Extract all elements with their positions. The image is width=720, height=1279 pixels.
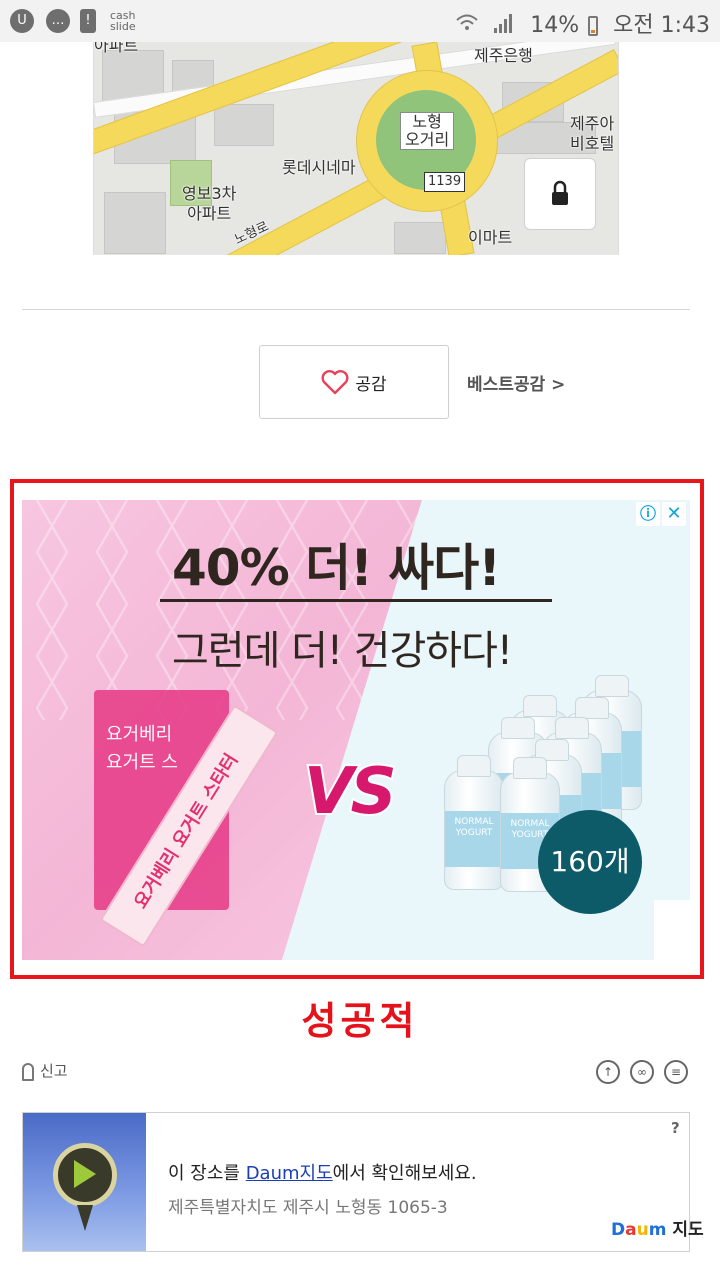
ad-vs-label: VS xyxy=(302,753,399,831)
link-icon[interactable]: ∞ xyxy=(630,1060,654,1084)
share-icon[interactable]: ↑ xyxy=(596,1060,620,1084)
ad-corner-blank xyxy=(654,900,690,960)
like-button[interactable]: 공감 xyxy=(259,345,449,419)
map-label-cinema: 롯데시네마 xyxy=(282,158,356,177)
ad-headline-rule xyxy=(160,599,552,602)
status-right: 14% 오전 1:43 xyxy=(456,7,710,40)
daum-map-link[interactable]: Daum지도 xyxy=(246,1163,333,1184)
lock-icon xyxy=(552,180,568,205)
info-icon[interactable]: ⓘ xyxy=(636,502,660,526)
u-plus-icon: U xyxy=(10,9,34,33)
map-label-apartment-top: 아파트 xyxy=(94,42,139,55)
map-thumbnail xyxy=(23,1113,146,1251)
map-card-message: 이 장소를 Daum지도에서 확인해보세요. xyxy=(168,1163,477,1184)
battery-icon xyxy=(588,16,599,36)
battery-percent: 14% xyxy=(530,13,580,38)
cash-slide-label: cash slide xyxy=(110,9,136,33)
map-card-address: 제주특별자치도 제주시 노형동 1065-3 xyxy=(168,1198,448,1218)
map-pin-icon xyxy=(53,1143,117,1207)
heart-outline-icon xyxy=(321,370,349,395)
report-label: 신고 xyxy=(40,1062,68,1080)
close-icon[interactable]: ✕ xyxy=(662,502,686,526)
caption-text: 성공적 xyxy=(301,999,419,1043)
like-label: 공감 xyxy=(355,374,387,395)
map-label-hotel: 제주아 비호텔 xyxy=(570,114,615,153)
daum-map-card[interactable]: 이 장소를 Daum지도에서 확인해보세요. 제주특별자치도 제주시 노형동 1… xyxy=(22,1112,704,1252)
report-icon xyxy=(22,1062,34,1081)
daum-map-logo: Daum 지도 xyxy=(611,1220,704,1240)
map-view[interactable]: 아파트 제주은행 노형 오거리 롯데시네마 1139 영보3차 아파트 제주아 … xyxy=(93,42,619,255)
map-label-apartment: 영보3차 아파트 xyxy=(182,184,237,223)
map-label-road-number: 1139 xyxy=(424,172,466,192)
map-lock-button[interactable] xyxy=(524,158,596,230)
signal-icon xyxy=(493,12,515,40)
status-bar: U … ! cash slide 14% 오전 1:43 xyxy=(0,0,720,42)
help-icon[interactable]: ? xyxy=(671,1119,680,1137)
more-icon[interactable]: ≡ xyxy=(664,1060,688,1084)
best-like-link[interactable]: 베스트공감 > xyxy=(467,370,565,395)
chat-bubble-icon: … xyxy=(46,9,70,33)
map-pin-tip xyxy=(77,1205,93,1231)
alert-icon: ! xyxy=(80,9,96,33)
report-button[interactable]: 신고 xyxy=(22,1060,68,1081)
yogurt-bottle: NORMAL YOGURT xyxy=(444,755,504,890)
map-label-mart: 이마트 xyxy=(468,228,513,247)
ad-subline: 그런데 더! 건강하다! xyxy=(172,628,513,674)
wifi-icon xyxy=(456,13,478,39)
ad-headline: 40% 더! 싸다! xyxy=(172,539,501,597)
map-label-bank: 제주은행 xyxy=(474,46,533,65)
map-label-intersection: 노형 오거리 xyxy=(400,112,455,150)
ad-count-badge: 160개 xyxy=(538,810,642,914)
clock: 오전 1:43 xyxy=(613,13,710,38)
ad-banner[interactable]: 요거베리 요거트 스 요거베리 요거트 스타터 NORMAL YOGURT NO… xyxy=(22,500,690,960)
section-divider xyxy=(22,309,690,310)
